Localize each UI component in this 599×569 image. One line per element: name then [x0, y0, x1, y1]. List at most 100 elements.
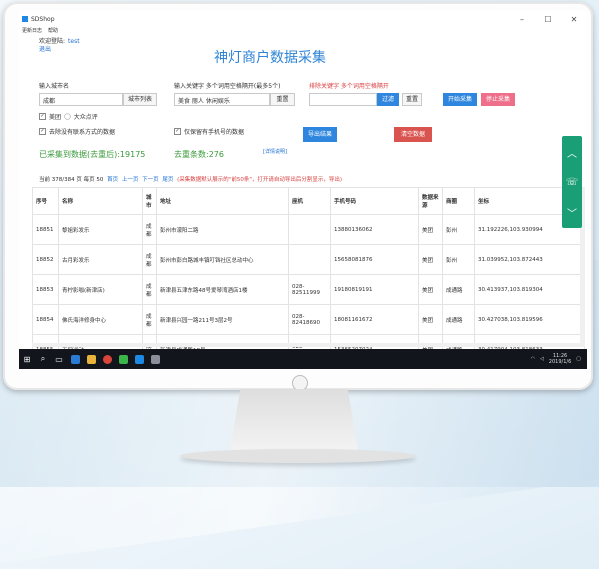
col-header[interactable]: 名称: [58, 187, 143, 215]
app-icon: [22, 16, 28, 22]
no-contact-label: 去除没有联系方式的数据: [49, 129, 116, 136]
city-list-button[interactable]: 城市列表: [123, 93, 157, 106]
minimize-button[interactable]: –: [509, 15, 535, 24]
cell-address: 新津县五津东路48号爱琴湾酒店1楼: [156, 274, 289, 305]
cell-mobile: 13880136062: [330, 214, 419, 245]
keyword-label: 输入关键字 多个词用空格隔开(最多5个): [174, 83, 281, 90]
city-input[interactable]: 成都: [39, 93, 123, 106]
next-page-link[interactable]: 下一页: [142, 177, 159, 183]
table-row[interactable]: 18853 青柠影咖(新津店) 成都 新津县五津东路48号爱琴湾酒店1楼 028…: [32, 274, 585, 305]
cell-city: 成都: [142, 244, 157, 275]
pagination: 当前 378/384 页 每页 50 首页 上一页 下一页 尾页 (采集数据默认…: [39, 175, 342, 183]
source-checkbox[interactable]: ✓ 美团 ◯ 大众点评: [39, 112, 98, 121]
cell-address: 新津县兴园一路211号3层2号: [156, 304, 289, 335]
col-header[interactable]: 地址: [156, 187, 289, 215]
cell-coords: 30.427038,103.819596: [474, 304, 585, 335]
cell-city: 成都: [142, 304, 157, 335]
detail-link[interactable]: [详情说明]: [263, 148, 287, 155]
menu-item-changelog[interactable]: 更新日志: [22, 27, 42, 35]
checkbox-checked-icon: ✓: [39, 113, 46, 120]
last-page-link[interactable]: 尾页: [162, 177, 173, 183]
col-header[interactable]: 城市: [142, 187, 157, 215]
app-taskbar-icon[interactable]: [131, 351, 147, 367]
cell-district: 彭州: [442, 244, 475, 275]
first-page-link[interactable]: 首页: [107, 177, 118, 183]
cell-district: 成通路: [442, 274, 475, 305]
app-green-icon[interactable]: [115, 351, 131, 367]
app-gray-icon[interactable]: [147, 351, 163, 367]
cell-name: 佛氏海洋修身中心: [58, 304, 143, 335]
keyword-input[interactable]: 美食 丽人 休闲娱乐: [174, 93, 270, 106]
task-view-icon[interactable]: ▭: [51, 351, 67, 367]
notification-icon[interactable]: ▢: [576, 356, 581, 362]
window-title: SDShop: [31, 15, 55, 23]
prev-page-link[interactable]: 上一页: [122, 177, 139, 183]
exclude-reset-button[interactable]: 重置: [402, 93, 422, 106]
chrome-icon[interactable]: [99, 351, 115, 367]
table-row[interactable]: 18852 古月彩发乐 成都 彭州市彭白路城丰镇叮铛社区总动中心 1565808…: [32, 244, 585, 275]
search-icon[interactable]: ⌕: [35, 351, 51, 367]
col-header[interactable]: 序号: [32, 187, 59, 215]
city-label: 输入城市名: [39, 83, 70, 90]
windows-start-icon[interactable]: ⊞: [19, 351, 35, 367]
no-contact-checkbox[interactable]: ✓ 去除没有联系方式的数据: [39, 127, 115, 136]
volume-icon[interactable]: ◁: [540, 356, 544, 362]
monitor-base: [180, 449, 416, 463]
username[interactable]: test: [68, 38, 80, 45]
horizontal-scrollbar[interactable]: [32, 343, 584, 347]
close-button[interactable]: ✕: [561, 15, 587, 24]
power-button: [292, 375, 308, 391]
table-row[interactable]: 18854 佛氏海洋修身中心 成都 新津县兴园一路211号3层2号 028-82…: [32, 304, 585, 335]
cell-phone: 028-82418690: [288, 304, 331, 335]
scroll-up-icon[interactable]: ︿: [567, 145, 577, 160]
page-summary: 当前 378/384 页 每页 50: [39, 177, 104, 183]
col-header[interactable]: 座机: [288, 187, 331, 215]
source-label-dianping: 大众点评: [73, 114, 98, 121]
scroll-down-icon[interactable]: ﹀: [567, 205, 577, 220]
cell-id: 18852: [32, 244, 59, 275]
cell-coords: 30.413937,103.819304: [474, 274, 585, 305]
mobile-only-checkbox[interactable]: ✓ 仅保留有手机号的数据: [174, 127, 244, 136]
edge-browser-icon[interactable]: [67, 351, 83, 367]
col-header[interactable]: 手机号码: [330, 187, 419, 215]
table-header-row: 序号 名称 城市 地址 座机 手机号码 数据来源 商圈 坐标: [32, 187, 585, 215]
exclude-input[interactable]: [309, 93, 377, 106]
dedup-count: 去重条数:276: [174, 150, 224, 159]
start-collect-button[interactable]: 开始采集: [443, 93, 477, 106]
logout-link[interactable]: 退出: [39, 44, 51, 53]
cell-mobile: 19180819191: [330, 274, 419, 305]
collected-count: 已采集到数据(去重后):19175: [39, 150, 146, 159]
cell-phone: [288, 244, 331, 275]
cell-phone: 028-82511999: [288, 274, 331, 305]
maximize-button[interactable]: ☐: [535, 15, 561, 24]
cell-source: 美团: [418, 244, 443, 275]
clear-data-button[interactable]: 清空数据: [394, 127, 432, 142]
col-header[interactable]: 数据来源: [418, 187, 443, 215]
cell-id: 18851: [32, 214, 59, 245]
explorer-icon[interactable]: [83, 351, 99, 367]
cell-name: 黎姐彩发乐: [58, 214, 143, 245]
results-table: 序号 名称 城市 地址 座机 手机号码 数据来源 商圈 坐标 18851 黎姐彩…: [32, 187, 585, 365]
filter-button[interactable]: 过滤: [377, 93, 399, 106]
keyword-reset-button[interactable]: 重置: [270, 93, 295, 106]
clock-date: 2019/1/6: [548, 359, 572, 365]
taskbar: ⊞ ⌕ ▭ ◠ ◁ 11:26 2019/1/6 ▢: [19, 349, 587, 369]
export-button[interactable]: 导出结果: [303, 127, 337, 142]
checkbox-checked-icon: ✓: [174, 128, 181, 135]
contact-icon[interactable]: ☏: [566, 177, 579, 188]
cell-address: 彭州市濛阳二路: [156, 214, 289, 245]
clock[interactable]: 11:26 2019/1/6: [549, 353, 571, 365]
floating-toolbar: ︿ ☏ ﹀: [562, 136, 582, 228]
system-tray: ◠ ◁ 11:26 2019/1/6 ▢: [531, 353, 587, 365]
cell-name: 古月彩发乐: [58, 244, 143, 275]
table-row[interactable]: 18851 黎姐彩发乐 成都 彭州市濛阳二路 13880136062 美团 彭州…: [32, 214, 585, 245]
cell-city: 成都: [142, 274, 157, 305]
col-header[interactable]: 商圈: [442, 187, 475, 215]
mobile-only-label: 仅保留有手机号的数据: [184, 129, 245, 136]
network-icon[interactable]: ◠: [531, 356, 535, 362]
menu-item-help[interactable]: 帮助: [48, 27, 58, 35]
source-label-meituan: 美团: [49, 114, 62, 121]
monitor-stand: [230, 389, 358, 451]
stop-collect-button[interactable]: 停止采集: [481, 93, 515, 106]
cell-city: 成都: [142, 214, 157, 245]
